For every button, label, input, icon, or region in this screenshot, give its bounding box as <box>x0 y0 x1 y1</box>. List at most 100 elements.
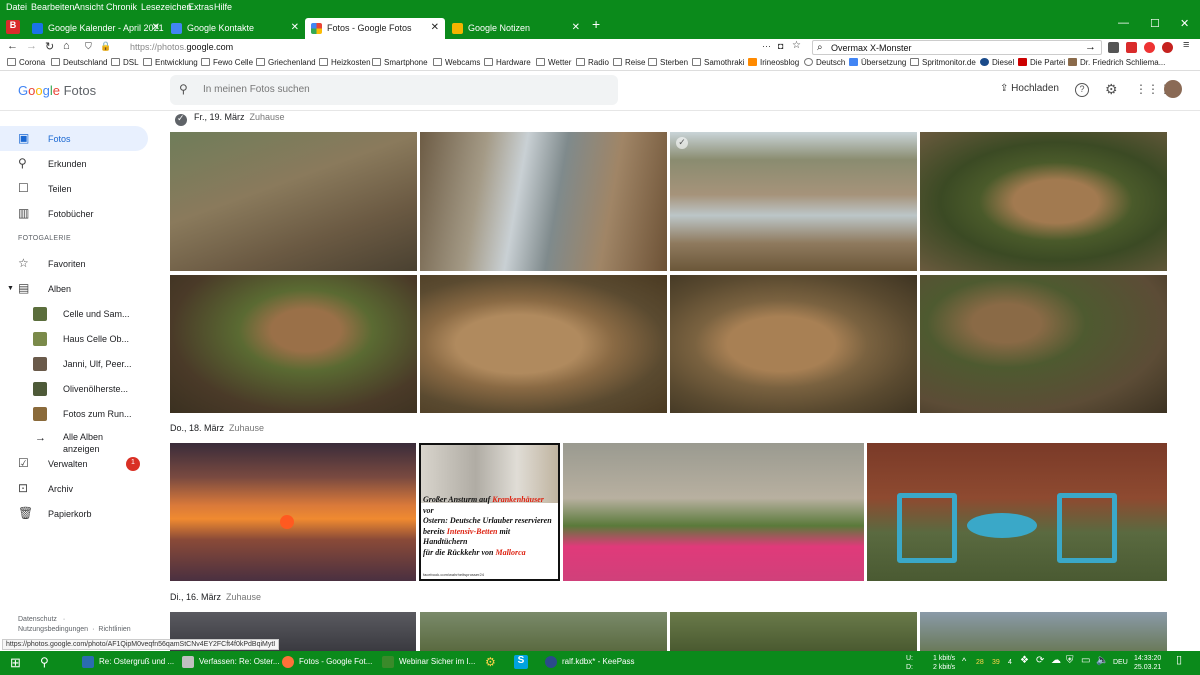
photo-thumbnail[interactable] <box>420 612 667 651</box>
menu-icon[interactable]: ≡ <box>1183 39 1189 51</box>
mask-icon[interactable] <box>1108 42 1119 53</box>
album-item[interactable]: Celle und Sam... <box>0 301 160 326</box>
menu-hilfe[interactable]: Hilfe <box>214 2 232 12</box>
forward-icon[interactable]: → <box>26 40 37 52</box>
menu-bearbeiten[interactable]: Bearbeiten <box>31 2 75 12</box>
album-item[interactable]: Olivenölherste... <box>0 376 160 401</box>
volume-icon[interactable]: 🔈 <box>1096 656 1108 666</box>
bookmark-item[interactable]: Die Partei <box>1018 58 1065 67</box>
photo-thumbnail[interactable] <box>670 275 917 413</box>
sidebar-item-archiv[interactable]: ⊡ Archiv <box>0 476 148 501</box>
extension-b-icon[interactable] <box>1126 42 1137 53</box>
photo-thumbnail[interactable] <box>420 275 667 413</box>
guidelines-link[interactable]: Richtlinien <box>98 626 130 633</box>
all-albums-link[interactable]: → Alle Alben anzeigen <box>0 425 160 454</box>
bookmark-item[interactable]: Diesel <box>980 58 1014 67</box>
privacy-link[interactable]: Datenschutz <box>18 616 57 623</box>
avatar[interactable] <box>1164 80 1182 98</box>
shield-icon[interactable]: ⛉ <box>85 41 92 52</box>
home-icon[interactable]: ⌂ <box>63 40 70 52</box>
location-link[interactable]: Zuhause <box>229 423 264 433</box>
bookmark-item[interactable]: Reise <box>613 58 645 67</box>
photo-thumbnail[interactable]: ✓ <box>670 132 917 271</box>
photo-thumbnail[interactable] <box>920 132 1167 271</box>
tab-notizen[interactable]: Google Notizen ✕ <box>446 18 586 39</box>
bookmark-item[interactable]: Spritmonitor.de <box>910 58 976 67</box>
tab-kalender[interactable]: Google Kalender - April 2021 ✕ <box>26 18 166 39</box>
menu-ansicht[interactable]: Ansicht <box>74 2 104 12</box>
photo-thumbnail[interactable] <box>170 132 417 271</box>
tab-fotos[interactable]: Fotos - Google Fotos ✕ <box>305 18 445 39</box>
dropbox-icon[interactable]: ❖ <box>1020 656 1029 666</box>
go-arrow-icon[interactable]: → <box>1085 41 1096 53</box>
menu-lesezeichen[interactable]: Lesezeichen <box>141 2 192 12</box>
bookmark-star-icon[interactable]: ☆ <box>792 40 801 51</box>
bookmark-item[interactable]: Fewo Celle <box>201 58 253 67</box>
menu-chronik[interactable]: Chronik <box>106 2 137 12</box>
location-link[interactable]: Zuhause <box>226 592 261 602</box>
bookmark-item[interactable]: Irineosblog <box>748 58 799 67</box>
close-window-button[interactable]: ✕ <box>1180 17 1189 30</box>
bookmark-item[interactable]: Corona <box>7 58 45 67</box>
album-item[interactable]: Fotos zum Run... <box>0 401 160 426</box>
help-icon[interactable]: ? <box>1075 83 1089 97</box>
album-item[interactable]: Haus Celle Ob... <box>0 326 160 351</box>
bookmark-item[interactable]: Übersetzung <box>849 58 906 67</box>
bookmark-item[interactable]: Webcams <box>433 58 480 67</box>
search-bar[interactable]: ⌕ Overmax X-Monster → <box>812 40 1102 55</box>
address-bar[interactable]: ⛉ 🔒 https://photos.google.com ··· ◘ ☆ <box>80 40 805 55</box>
abp-icon[interactable] <box>1144 42 1155 53</box>
close-icon[interactable]: ✕ <box>431 22 439 33</box>
reload-icon[interactable]: ↻ <box>45 40 54 53</box>
minimize-button[interactable]: — <box>1118 17 1129 29</box>
terms-link[interactable]: Nutzungsbedingungen <box>18 626 88 633</box>
sidebar-item-fotos[interactable]: ▣ Fotos <box>0 126 148 151</box>
bookmark-item[interactable]: Deutschland <box>51 58 107 67</box>
sidebar-item-erkunden[interactable]: ⚲ Erkunden <box>0 151 148 176</box>
bookmark-item[interactable]: Dr. Friedrich Schliema... <box>1068 58 1165 67</box>
taskbar-item[interactable]: Verfassen: Re: Oster... <box>182 656 279 668</box>
photo-thumbnail[interactable] <box>420 132 667 271</box>
taskbar-item[interactable]: ralf.kdbx* - KeePass <box>545 656 634 668</box>
lock-icon[interactable]: 🔒 <box>100 41 111 52</box>
sync-icon[interactable]: ⟳ <box>1036 656 1044 666</box>
photo-thumbnail[interactable] <box>170 443 416 581</box>
bookmark-item[interactable]: Hardware <box>484 58 531 67</box>
bookmark-item[interactable]: Wetter <box>536 58 571 67</box>
settings-gear-icon[interactable]: ⚙ <box>485 655 496 669</box>
bookmark-item[interactable]: Heizkosten <box>319 58 371 67</box>
photo-thumbnail[interactable] <box>170 275 417 413</box>
bookmark-item[interactable]: Griechenland <box>256 58 316 67</box>
pocket-icon[interactable]: ◘ <box>778 41 783 51</box>
taskbar-item[interactable]: Webinar Sicher im I... <box>382 656 475 668</box>
photo-thumbnail[interactable] <box>563 443 864 581</box>
cloud-icon[interactable]: ☁ <box>1051 656 1061 666</box>
photo-thumbnail[interactable] <box>867 443 1167 581</box>
close-icon[interactable]: ✕ <box>572 22 580 33</box>
album-item[interactable]: Janni, Ulf, Peer... <box>0 351 160 376</box>
location-link[interactable]: Zuhause <box>250 112 285 122</box>
chevron-up-icon[interactable]: ^ <box>962 657 966 666</box>
bookmark-item[interactable]: Smartphone <box>372 58 428 67</box>
tab-kontakte[interactable]: Google Kontakte ✕ <box>165 18 305 39</box>
sidebar-item-verwalten[interactable]: ☑ Verwalten 1 <box>0 451 148 476</box>
back-icon[interactable]: ← <box>7 40 18 52</box>
sidebar-item-papierkorb[interactable]: 🗑 Papierkorb <box>0 501 148 526</box>
clock[interactable]: 14:33:20 25.03.21 <box>1134 654 1161 672</box>
bookmark-item[interactable]: Deutsch <box>804 58 845 67</box>
network-icon[interactable]: ▭ <box>1081 656 1090 666</box>
shield-check-icon[interactable]: ⛨ <box>1066 656 1074 666</box>
language-indicator[interactable]: DEU <box>1113 658 1128 667</box>
sidebar-item-fotobuecher[interactable]: ▥ Fotobücher <box>0 201 148 226</box>
gmail-ext-icon[interactable] <box>1162 42 1173 53</box>
windows-start-icon[interactable]: ⊞ <box>10 655 21 671</box>
taskbar-item[interactable]: Re: Ostergruß und ... <box>82 656 174 668</box>
select-photo-checkbox[interactable]: ✓ <box>676 137 688 149</box>
close-icon[interactable]: ✕ <box>291 22 299 33</box>
google-photos-logo[interactable]: Google Fotos <box>18 83 96 98</box>
collapse-triangle-icon[interactable]: ▼ <box>7 285 14 292</box>
maximize-button[interactable]: ☐ <box>1150 17 1160 30</box>
photo-thumbnail[interactable] <box>670 612 917 651</box>
meme-photo-thumbnail[interactable]: Großer Ansturm auf Krankenhäuser vor Ost… <box>419 443 560 581</box>
notification-icon[interactable]: ▯ <box>1176 655 1182 666</box>
